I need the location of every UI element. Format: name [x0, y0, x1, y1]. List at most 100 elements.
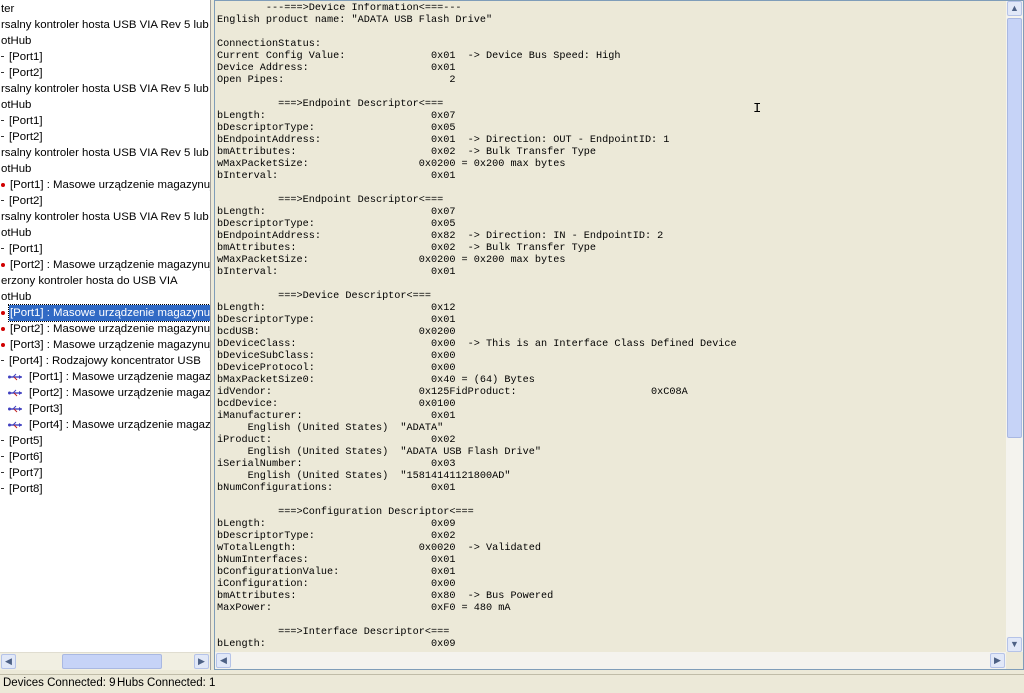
- tree-item[interactable]: otHub: [0, 33, 210, 49]
- tree-item[interactable]: [Port6]: [0, 449, 210, 465]
- descriptor-line: ---===>Device Information<===---: [217, 3, 462, 14]
- descriptor-line: bDescriptorType: 0x02: [217, 531, 456, 542]
- descriptor-line: [217, 615, 1006, 627]
- descriptor-line: Device Address: 0x01: [217, 63, 456, 74]
- tree-item[interactable]: otHub: [0, 225, 210, 241]
- text-horizontal-scrollbar[interactable]: ◀ ▶: [215, 652, 1006, 669]
- tree-item-label: [Port1] : Masowe urządzenie magazynujące: [29, 371, 210, 383]
- tree-item[interactable]: otHub: [0, 161, 210, 177]
- tree-item[interactable]: rsalny kontroler hosta USB VIA Rev 5 lub…: [0, 17, 210, 33]
- scrollbar-corner: [1006, 652, 1023, 669]
- device-tree[interactable]: ter rsalny kontroler hosta USB VIA Rev 5 …: [0, 1, 210, 653]
- descriptor-line: English product name: "ADATA USB Flash D…: [217, 15, 493, 26]
- tree-item[interactable]: [Port1] : Masowe urządzenie magazynujące: [0, 177, 210, 193]
- descriptor-line: wMaxPacketSize: 0x0200 = 0x200 max bytes: [217, 159, 566, 170]
- port-empty-icon: [1, 120, 4, 122]
- descriptor-line: ===>Endpoint Descriptor<===: [217, 195, 444, 206]
- tree-item[interactable]: [Port4] : Masowe urządzenie magazynujące: [0, 417, 210, 433]
- tree-item-label: [Port2]: [9, 131, 43, 143]
- scroll-left-icon[interactable]: ◀: [216, 653, 231, 668]
- tree-item[interactable]: [Port4] : Rodzajowy koncentrator USB: [0, 353, 210, 369]
- descriptor-line: bDescriptorType: 0x01: [217, 315, 456, 326]
- port-empty-icon: [1, 72, 4, 74]
- tree-item[interactable]: [Port3] : Masowe urządzenie magazynujące: [0, 337, 210, 353]
- tree-item[interactable]: [Port8]: [0, 481, 210, 497]
- tree-item[interactable]: [Port2]: [0, 65, 210, 81]
- tree-item-label: otHub: [1, 291, 32, 303]
- descriptor-line: wTotalLength: 0x0020 -> Validated: [217, 543, 542, 554]
- device-connected-icon: [1, 182, 5, 187]
- tree-item[interactable]: [Port2] : Masowe urządzenie magazynujące: [0, 257, 210, 273]
- tree-item[interactable]: [Port2]: [0, 129, 210, 145]
- tree-item[interactable]: [Port3]: [0, 401, 210, 417]
- descriptor-line: ===>Device Descriptor<===: [217, 291, 431, 302]
- descriptor-line: bDeviceSubClass: 0x00: [217, 351, 456, 362]
- tree-item[interactable]: [Port1] : Masowe urządzenie magazynujące: [0, 304, 210, 322]
- descriptor-line: English (United States) "15814141121800A…: [217, 471, 511, 482]
- tree-horizontal-scrollbar[interactable]: ◀ ▶: [0, 652, 210, 670]
- descriptor-line: bLength: 0x09: [217, 639, 456, 650]
- tree-item[interactable]: rsalny kontroler hosta USB VIA Rev 5 lub…: [0, 145, 210, 161]
- descriptor-line: iSerialNumber: 0x03: [217, 459, 456, 470]
- descriptor-line: iManufacturer: 0x01: [217, 411, 456, 422]
- tree-item[interactable]: [Port2]: [0, 193, 210, 209]
- descriptor-line: bNumConfigurations: 0x01: [217, 483, 456, 494]
- tree-item-label: [Port1]: [9, 243, 43, 255]
- text-scroll-thumb[interactable]: [1007, 18, 1022, 438]
- descriptor-text-pane[interactable]: ---===>Device Information<===--- English …: [214, 0, 1024, 670]
- tree-item[interactable]: otHub: [0, 289, 210, 305]
- device-connected-icon: [1, 326, 5, 331]
- scroll-up-icon[interactable]: ▲: [1007, 1, 1022, 16]
- tree-item[interactable]: [Port1] : Masowe urządzenie magazynujące: [0, 369, 210, 385]
- hubs-connected: Hubs Connected: 1: [117, 677, 216, 689]
- port-empty-icon: [1, 440, 4, 442]
- tree-item[interactable]: [Port1]: [0, 241, 210, 257]
- tree-item[interactable]: [Port7]: [0, 465, 210, 481]
- port-empty-icon: [1, 200, 4, 202]
- descriptor-line: bDeviceProtocol: 0x00: [217, 363, 456, 374]
- scroll-down-icon[interactable]: ▼: [1007, 637, 1022, 652]
- tree-item-label: [Port2] : Masowe urządzenie magazynujące: [29, 387, 210, 399]
- text-cursor-icon: I: [753, 101, 762, 117]
- tree-item-label: [Port1]: [9, 115, 43, 127]
- tree-item-label: erzony kontroler hosta do USB VIA: [1, 275, 178, 287]
- tree-item[interactable]: [Port2] : Masowe urządzenie magazynujące: [0, 385, 210, 401]
- tree-item[interactable]: rsalny kontroler hosta USB VIA Rev 5 lub…: [0, 81, 210, 97]
- scroll-left-icon[interactable]: ◀: [1, 654, 16, 669]
- tree-item-label: [Port7]: [9, 467, 43, 479]
- tree-item[interactable]: erzony kontroler hosta do USB VIA: [0, 273, 210, 289]
- scroll-right-icon[interactable]: ▶: [990, 653, 1005, 668]
- tree-item-label: [Port2]: [9, 195, 43, 207]
- descriptor-line: bLength: 0x12: [217, 303, 456, 314]
- tree-item[interactable]: [Port2] : Masowe urządzenie magazynujące: [0, 321, 210, 337]
- tree-item-label: otHub: [1, 163, 32, 175]
- tree-item-label: otHub: [1, 99, 32, 111]
- text-vertical-scrollbar[interactable]: ▲ ▼: [1006, 1, 1023, 652]
- tree-item[interactable]: [Port1]: [0, 49, 210, 65]
- device-tree-pane[interactable]: ter rsalny kontroler hosta USB VIA Rev 5 …: [0, 0, 211, 670]
- tree-item-label: rsalny kontroler hosta USB VIA Rev 5 lub…: [1, 19, 210, 31]
- descriptor-line: English (United States) "ADATA": [217, 423, 444, 434]
- tree-item[interactable]: [Port5]: [0, 433, 210, 449]
- descriptor-line: bConfigurationValue: 0x01: [217, 567, 456, 578]
- tree-item[interactable]: ter: [0, 1, 210, 17]
- descriptor-text[interactable]: ---===>Device Information<===--- English …: [217, 3, 1006, 652]
- device-connected-icon: [1, 342, 5, 347]
- tree-item-label: otHub: [1, 35, 32, 47]
- descriptor-line: ConnectionStatus:: [217, 39, 321, 50]
- tree-item-label: [Port2] : Masowe urządzenie magazynujące: [10, 259, 210, 271]
- descriptor-line: bLength: 0x07: [217, 111, 456, 122]
- descriptor-line: ===>Interface Descriptor<===: [217, 627, 450, 638]
- tree-item-label: [Port3]: [29, 403, 63, 415]
- scroll-right-icon[interactable]: ▶: [194, 654, 209, 669]
- tree-item[interactable]: [Port1]: [0, 113, 210, 129]
- tree-item[interactable]: otHub: [0, 97, 210, 113]
- port-empty-icon: [1, 488, 4, 490]
- port-empty-icon: [1, 456, 4, 458]
- tree-item-label: [Port8]: [9, 483, 43, 495]
- usb-icon: [8, 405, 22, 413]
- descriptor-line: [217, 279, 1006, 291]
- descriptor-line: bDescriptorType: 0x05: [217, 219, 456, 230]
- tree-item[interactable]: rsalny kontroler hosta USB VIA Rev 5 lub…: [0, 209, 210, 225]
- tree-scroll-thumb[interactable]: [62, 654, 162, 669]
